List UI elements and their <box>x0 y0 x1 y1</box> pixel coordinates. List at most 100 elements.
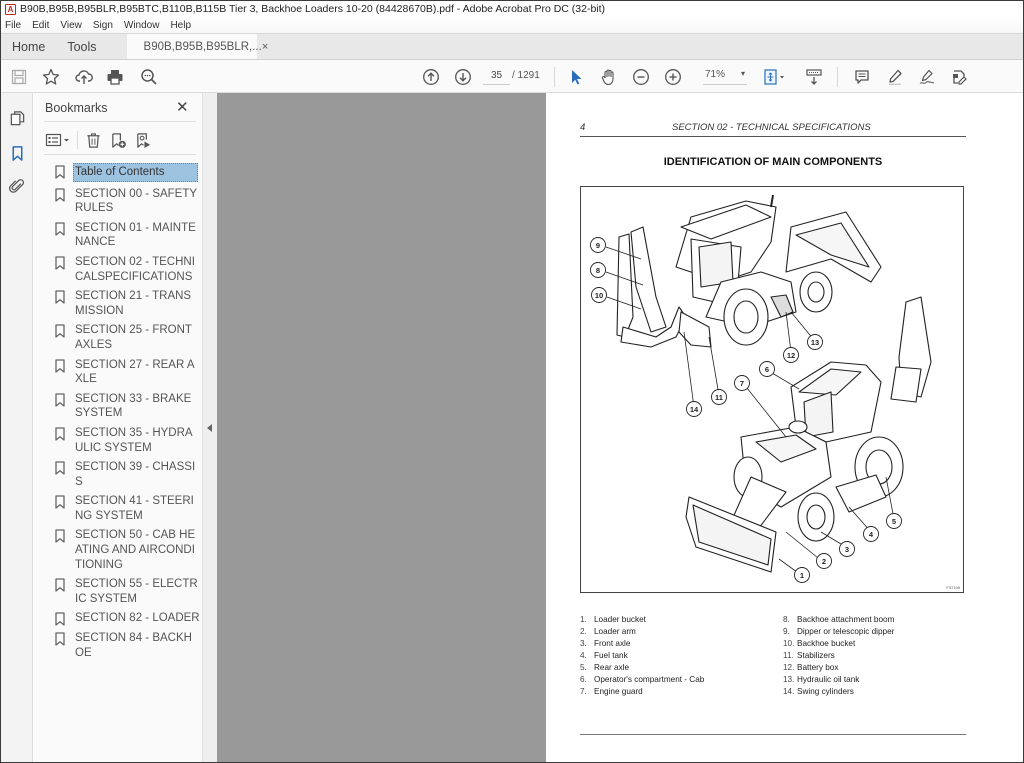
bookmark-label: Table of Contents <box>73 163 198 182</box>
bookmark-icon <box>55 612 65 627</box>
legend-item: 3. Front axle <box>580 638 704 650</box>
close-panel-icon[interactable]: ✕ <box>176 98 189 116</box>
panel-splitter[interactable] <box>203 93 217 762</box>
bookmark-item[interactable]: SECTION 41 - STEERING SYSTEM <box>54 494 202 523</box>
save-icon[interactable] <box>9 67 29 87</box>
bookmark-icon <box>55 632 65 647</box>
highlight-icon[interactable] <box>885 67 905 87</box>
bookmark-icon <box>55 495 65 509</box>
zoom-level-value: 71% <box>705 69 726 80</box>
fill-sign-icon[interactable] <box>949 67 969 87</box>
sign-icon[interactable] <box>917 67 937 87</box>
document-viewport[interactable]: 4 SECTION 02 - TECHNICAL SPECIFICATIONS … <box>217 93 1023 762</box>
bookmark-item[interactable]: SECTION 50 - CAB HEATING AND AIRCONDITIO… <box>54 528 202 572</box>
menu-window[interactable]: Window <box>124 20 160 31</box>
upload-cloud-icon[interactable] <box>74 67 94 87</box>
legend-number: 8. <box>783 615 790 624</box>
navigation-rail <box>1 93 33 762</box>
bookmark-item[interactable]: SECTION 00 - SAFETY RULES <box>54 187 202 216</box>
page-thumbnails-icon[interactable] <box>7 108 27 128</box>
callout-2: 2 <box>816 553 832 569</box>
backhoe-illustration: 1 2 3 4 5 6 7 8 9 10 11 12 13 14 F37199 <box>580 186 964 593</box>
callout-label: 3 <box>845 545 849 554</box>
panel-divider <box>44 121 196 122</box>
bookmark-item[interactable]: SECTION 33 - BRAKE SYSTEM <box>54 392 202 421</box>
callout-label: 10 <box>595 291 603 300</box>
legend-text: Operator's compartment - Cab <box>594 675 705 684</box>
legend-number: 4. <box>580 651 587 660</box>
callout-label: 1 <box>800 571 804 580</box>
tab-home[interactable]: Home <box>1 34 56 59</box>
zoom-out-icon[interactable] <box>631 67 651 87</box>
bookmark-icon <box>55 187 65 202</box>
tab-document[interactable]: B90B,B95B,B95BLR,... × <box>126 34 268 59</box>
menu-edit[interactable]: Edit <box>32 20 49 31</box>
callout-9: 9 <box>590 237 606 253</box>
tab-tools[interactable]: Tools <box>56 34 107 59</box>
bookmark-label: SECTION 41 - STEERING SYSTEM <box>75 495 194 522</box>
legend-text: Dipper or telescopic dipper <box>797 627 895 636</box>
bookmark-icon <box>55 461 65 475</box>
bookmark-item[interactable]: SECTION 27 - REAR AXLE <box>54 358 202 387</box>
bookmark-item[interactable]: SECTION 35 - HYDRAULIC SYSTEM <box>54 426 202 455</box>
legend-number: 7. <box>580 687 587 696</box>
bookmark-properties-icon[interactable] <box>132 130 154 150</box>
legend-text: Engine guard <box>594 687 643 696</box>
chevron-down-icon: ▾ <box>740 69 745 78</box>
bookmark-label: SECTION 02 - TECHNICALSPECIFICATIONS <box>75 255 195 283</box>
zoom-level-select[interactable]: 71% ▾ <box>703 69 747 85</box>
scroll-mode-icon[interactable] <box>804 67 824 87</box>
bookmark-item[interactable]: SECTION 84 - BACKHOE <box>54 631 202 660</box>
legend-item: 4. Fuel tank <box>580 650 704 662</box>
bookmark-label: SECTION 50 - CAB HEATING AND AIRCONDITIO… <box>75 529 196 571</box>
menu-file[interactable]: File <box>5 20 21 31</box>
fit-page-icon[interactable] <box>762 67 788 87</box>
legend-item: 5. Rear axle <box>580 662 704 674</box>
bookmark-item[interactable]: SECTION 55 - ELECTRIC SYSTEM <box>54 577 202 606</box>
bookmark-item[interactable]: SECTION 39 - CHASSIS <box>54 460 202 489</box>
legend-number: 14. <box>783 687 795 696</box>
print-icon[interactable] <box>105 67 125 87</box>
callout-label: 13 <box>811 338 819 347</box>
legend-item: 13. Hydraulic oil tank <box>783 674 894 686</box>
hand-icon[interactable] <box>599 67 619 87</box>
next-page-icon[interactable] <box>453 67 473 87</box>
bookmarks-icon[interactable] <box>7 143 27 163</box>
attachments-icon[interactable] <box>7 176 27 196</box>
delete-bookmark-icon[interactable] <box>82 130 104 150</box>
bookmark-item[interactable]: SECTION 21 - TRANSMISSION <box>54 289 202 318</box>
menu-view[interactable]: View <box>60 20 82 31</box>
add-bookmark-icon[interactable] <box>107 130 129 150</box>
callout-11: 11 <box>711 389 727 405</box>
collapse-panel-icon[interactable] <box>207 424 212 432</box>
find-zoom-icon[interactable] <box>139 67 159 87</box>
bookmark-item[interactable]: Table of Contents <box>54 163 202 182</box>
bookmark-icon <box>55 222 65 236</box>
options-menu-icon[interactable] <box>44 130 72 150</box>
bookmark-icon <box>55 165 65 179</box>
page-number-input[interactable]: 35 <box>483 69 510 85</box>
bookmarks-panel: Bookmarks ✕ Table of Contents SECTION 00 … <box>34 93 203 762</box>
bookmark-star-icon[interactable] <box>41 67 61 87</box>
zoom-in-icon[interactable] <box>663 67 683 87</box>
bookmark-icon <box>55 358 65 373</box>
bookmark-item[interactable]: SECTION 25 - FRONT AXLES <box>54 323 202 352</box>
legend-item: 2. Loader arm <box>580 626 704 638</box>
callout-label: 5 <box>892 517 896 526</box>
callout-label: 11 <box>715 393 723 402</box>
menu-help[interactable]: Help <box>170 20 191 31</box>
prev-page-icon[interactable] <box>421 67 441 87</box>
callout-6: 6 <box>759 361 775 377</box>
comment-icon[interactable] <box>852 67 872 87</box>
legend-number: 11. <box>783 651 794 660</box>
close-tab-icon[interactable]: × <box>262 41 268 53</box>
legend-text: Rear axle <box>594 663 630 672</box>
bookmark-item[interactable]: SECTION 01 - MAINTENANCE <box>54 221 202 250</box>
bookmark-item[interactable]: SECTION 02 - TECHNICALSPECIFICATIONS <box>54 255 202 284</box>
bookmark-label: SECTION 21 - TRANSMISSION <box>75 290 192 317</box>
bookmark-item[interactable]: SECTION 82 - LOADER <box>54 611 202 627</box>
legend-text: Loader bucket <box>594 615 646 624</box>
bookmark-icon <box>55 578 65 592</box>
menu-sign[interactable]: Sign <box>93 20 113 31</box>
select-cursor-icon[interactable] <box>566 67 586 87</box>
